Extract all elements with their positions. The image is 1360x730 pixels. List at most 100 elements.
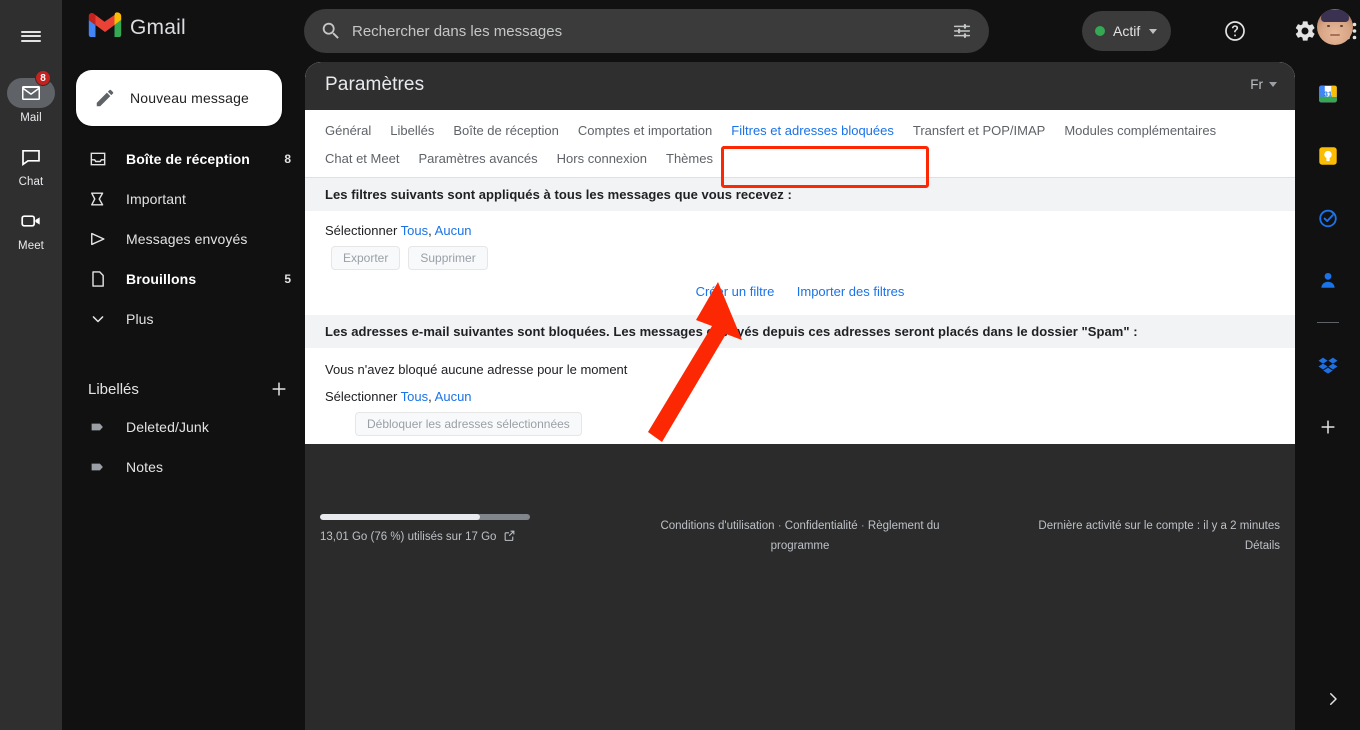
dropbox-icon[interactable] [1308, 345, 1348, 385]
labels-section-header: Libellés [62, 372, 305, 406]
export-filters-button[interactable]: Exporter [331, 246, 400, 270]
google-contacts-icon[interactable] [1308, 260, 1348, 300]
rail-label-mail: Mail [20, 112, 42, 124]
sent-icon [88, 229, 108, 249]
help-icon[interactable] [1223, 19, 1247, 43]
compose-label: Nouveau message [130, 90, 249, 106]
settings-panel: Paramètres Fr Général Libellés Boîte de … [305, 62, 1295, 444]
tab-advanced[interactable]: Paramètres avancés [418, 151, 537, 166]
filters-action-links: Créer un filtre Importer des filtres [325, 270, 1275, 315]
pencil-icon [94, 87, 116, 109]
footer: 13,01 Go (76 %) utilisés sur 17 Go Condi… [305, 444, 1295, 730]
compose-button[interactable]: Nouveau message [76, 70, 282, 126]
privacy-link[interactable]: Confidentialité [785, 520, 858, 532]
search-options-icon[interactable] [951, 20, 973, 42]
settings-header: Paramètres Fr [305, 62, 1295, 110]
search-icon [320, 20, 342, 42]
avatar[interactable] [1317, 9, 1353, 45]
tab-addons[interactable]: Modules complémentaires [1064, 123, 1216, 138]
sidebar-item-label-notes[interactable]: Notes [62, 452, 305, 482]
rail-label-chat: Chat [19, 176, 44, 188]
blocked-button-row: Débloquer les adresses sélectionnées [325, 404, 1275, 436]
label-icon [88, 457, 108, 477]
tab-inbox[interactable]: Boîte de réception [453, 123, 559, 138]
hamburger-icon[interactable] [7, 12, 55, 60]
sidebar-label-inbox: Boîte de réception [126, 151, 284, 167]
legal-links: Conditions d'utilisation · Confidentiali… [635, 516, 965, 556]
blocked-section-heading: Les adresses e-mail suivantes sont bloqu… [305, 315, 1295, 348]
rail-item-mail[interactable]: 8 Mail [0, 78, 62, 124]
tab-filters-blocked-addresses[interactable]: Filtres et adresses bloquées [731, 123, 894, 138]
sidebar-item-more[interactable]: Plus [62, 304, 305, 334]
activity-details-link[interactable]: Détails [1038, 536, 1280, 556]
avatar-eye-right [1340, 25, 1343, 27]
tab-themes[interactable]: Thèmes [666, 151, 713, 166]
sidebar-label-more: Plus [126, 311, 291, 327]
left-navigation: Nouveau message Boîte de réception 8 Imp… [62, 62, 305, 730]
gear-icon[interactable] [1293, 19, 1317, 43]
filters-select-all-link[interactable]: Tous [401, 223, 428, 238]
tab-offline[interactable]: Hors connexion [557, 151, 647, 166]
unblock-addresses-button[interactable]: Débloquer les adresses sélectionnées [355, 412, 582, 436]
language-selector[interactable]: Fr [1250, 77, 1277, 92]
filters-section-body: Sélectionner Tous, Aucun Exporter Suppri… [305, 211, 1295, 315]
sidebar-item-inbox[interactable]: Boîte de réception 8 [62, 144, 305, 174]
google-calendar-icon[interactable]: 31 [1308, 74, 1348, 114]
sidebar-item-sent[interactable]: Messages envoyés [62, 224, 305, 254]
blocked-select-line: Sélectionner Tous, Aucun [325, 377, 1275, 404]
google-tasks-icon[interactable] [1308, 198, 1348, 238]
filters-select-label: Sélectionner [325, 223, 397, 238]
status-label: Actif [1113, 23, 1140, 39]
rail-item-meet[interactable]: Meet [0, 206, 62, 252]
filters-select-separator: , [428, 223, 432, 238]
blocked-select-separator: , [428, 389, 432, 404]
sidebar-label-drafts: Brouillons [126, 271, 284, 287]
external-link-icon[interactable] [503, 529, 516, 545]
legal-separator-2: · [861, 520, 865, 532]
avatar-eye-left [1327, 25, 1330, 27]
svg-text:31: 31 [1323, 89, 1331, 98]
plus-icon[interactable] [269, 379, 289, 399]
chevron-down-icon [88, 309, 108, 329]
search-input[interactable]: Rechercher dans les messages [304, 9, 989, 53]
sidebar-item-important[interactable]: Important [62, 184, 305, 214]
tab-forwarding-pop-imap[interactable]: Transfert et POP/IMAP [913, 123, 1045, 138]
language-label: Fr [1250, 77, 1263, 92]
settings-tabs: Général Libellés Boîte de réception Comp… [305, 110, 1295, 178]
delete-filters-button[interactable]: Supprimer [408, 246, 487, 270]
chat-icon [7, 142, 55, 172]
meet-icon [7, 206, 55, 236]
gmail-window: 8 Mail Chat Meet [0, 0, 1360, 730]
google-keep-icon[interactable] [1308, 136, 1348, 176]
chevron-right-icon[interactable] [1324, 690, 1342, 708]
labels-title: Libellés [88, 381, 269, 398]
tab-labels[interactable]: Libellés [390, 123, 434, 138]
blocked-section-body: Vous n'avez bloqué aucune adresse pour l… [305, 348, 1295, 436]
chevron-down-icon [1149, 29, 1157, 34]
tab-accounts-import[interactable]: Comptes et importation [578, 123, 712, 138]
label-icon [88, 417, 108, 437]
sidebar-label-important: Important [126, 191, 291, 207]
gmail-brand[interactable]: Gmail [88, 12, 186, 43]
blocked-select-all-link[interactable]: Tous [401, 389, 428, 404]
rail-item-chat[interactable]: Chat [0, 142, 62, 188]
storage-text-row: 13,01 Go (76 %) utilisés sur 17 Go [320, 529, 600, 545]
labels-list: Deleted/Junk Notes [62, 412, 305, 482]
status-badge[interactable]: Actif [1082, 11, 1171, 51]
status-dot-icon [1095, 26, 1105, 36]
blocked-select-none-link[interactable]: Aucun [435, 389, 472, 404]
tab-general[interactable]: Général [325, 123, 371, 138]
sidebar-item-label-deleted-junk[interactable]: Deleted/Junk [62, 412, 305, 442]
create-filter-link[interactable]: Créer un filtre [696, 284, 775, 299]
import-filters-link[interactable]: Importer des filtres [797, 284, 905, 299]
storage-bar [320, 514, 530, 520]
terms-link[interactable]: Conditions d'utilisation [660, 520, 774, 532]
mail-icon: 8 [7, 78, 55, 108]
important-icon [88, 189, 108, 209]
chevron-down-icon [1269, 82, 1277, 87]
plus-icon[interactable] [1308, 407, 1348, 447]
sidebar-item-drafts[interactable]: Brouillons 5 [62, 264, 305, 294]
nav-list: Boîte de réception 8 Important Messages … [62, 144, 305, 334]
tab-chat-meet[interactable]: Chat et Meet [325, 151, 399, 166]
filters-select-none-link[interactable]: Aucun [435, 223, 472, 238]
